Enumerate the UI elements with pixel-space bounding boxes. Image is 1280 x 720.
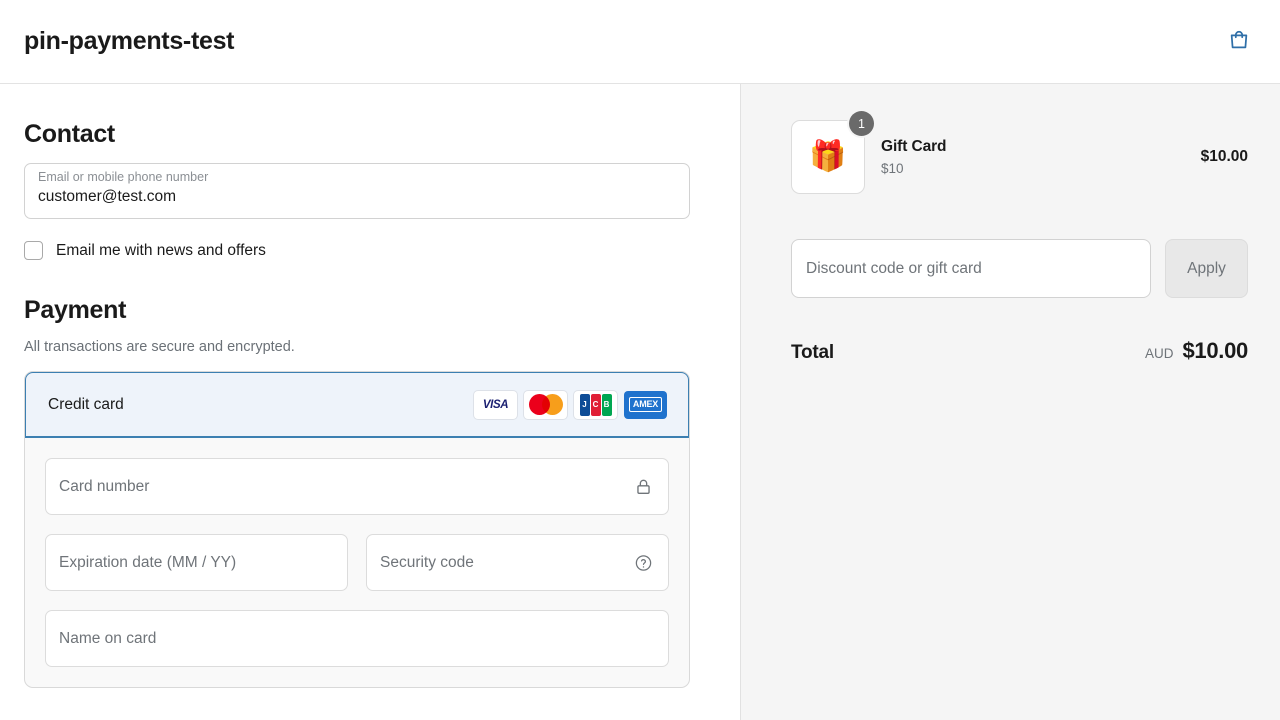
quantity-badge: 1: [849, 111, 874, 136]
newsletter-checkbox[interactable]: [24, 241, 43, 260]
payment-subtitle: All transactions are secure and encrypte…: [24, 339, 295, 355]
payment-section: Payment All transactions are secure and …: [24, 296, 716, 688]
line-item-info: Gift Card $10: [881, 138, 1185, 176]
email-field-label: Email or mobile phone number: [38, 170, 209, 184]
discount-row: Discount code or gift card Apply: [791, 239, 1248, 298]
visa-logo: VISA: [474, 390, 517, 419]
checkout-body: Contact Email or mobile phone number cus…: [0, 84, 1280, 720]
card-brand-list: VISA J C B AMEX: [474, 390, 667, 419]
name-on-card-input[interactable]: Name on card: [45, 610, 669, 667]
page-header: pin-payments-test: [0, 0, 1280, 84]
total-currency: AUD: [1144, 346, 1174, 361]
name-on-card-placeholder: Name on card: [59, 629, 157, 647]
credit-card-form: Card number Expiration date (MM / YY) Se…: [25, 438, 689, 687]
discount-code-input[interactable]: Discount code or gift card: [791, 239, 1151, 298]
shop-title: pin-payments-test: [24, 27, 235, 55]
order-summary: 🎁 1 Gift Card $10 $10.00 Discount code o…: [740, 84, 1280, 720]
card-number-placeholder: Card number: [59, 477, 150, 495]
contact-heading: Contact: [24, 120, 115, 148]
line-item-price: $10.00: [1200, 148, 1248, 165]
expiration-date-input[interactable]: Expiration date (MM / YY): [45, 534, 348, 591]
total-amount: $10.00: [1182, 338, 1249, 363]
credit-card-option-label: Credit card: [48, 395, 124, 413]
question-circle-icon[interactable]: [634, 553, 653, 572]
total-row: Total AUD $10.00: [791, 338, 1248, 364]
line-item-variant: $10: [881, 161, 904, 176]
mastercard-logo: [524, 390, 567, 419]
amex-logo: AMEX: [624, 390, 667, 419]
credit-card-option[interactable]: Credit card VISA J C B AMEX: [25, 372, 689, 438]
checkout-page: pin-payments-test Contact Email or mobil…: [0, 0, 1280, 720]
newsletter-row[interactable]: Email me with news and offers: [24, 241, 716, 260]
email-field[interactable]: Email or mobile phone number customer@te…: [24, 163, 690, 219]
shopping-bag-icon: [1228, 29, 1250, 54]
expiration-date-placeholder: Expiration date (MM / YY): [59, 553, 237, 571]
total-value-group: AUD $10.00: [1145, 338, 1248, 364]
lock-icon: [634, 477, 653, 496]
payment-method-panel: Credit card VISA J C B AMEX Card number …: [24, 371, 690, 688]
line-item-title: Gift Card: [881, 138, 947, 155]
jcb-logo: J C B: [574, 390, 617, 419]
line-item: 🎁 1 Gift Card $10 $10.00: [791, 111, 1248, 194]
total-label: Total: [791, 342, 834, 363]
line-item-thumbnail-wrap: 🎁 1: [791, 111, 874, 194]
security-code-placeholder: Security code: [380, 553, 474, 571]
discount-code-placeholder: Discount code or gift card: [806, 259, 982, 277]
newsletter-label: Email me with news and offers: [56, 241, 266, 259]
card-number-input[interactable]: Card number: [45, 458, 669, 515]
checkout-main: Contact Email or mobile phone number cus…: [0, 84, 740, 720]
card-expiry-cvc-row: Expiration date (MM / YY) Security code: [45, 534, 669, 610]
security-code-input[interactable]: Security code: [366, 534, 669, 591]
apply-discount-button[interactable]: Apply: [1165, 239, 1248, 298]
email-field-value: customer@test.com: [38, 188, 177, 205]
payment-heading: Payment: [24, 296, 127, 324]
cart-button[interactable]: [1222, 25, 1256, 59]
